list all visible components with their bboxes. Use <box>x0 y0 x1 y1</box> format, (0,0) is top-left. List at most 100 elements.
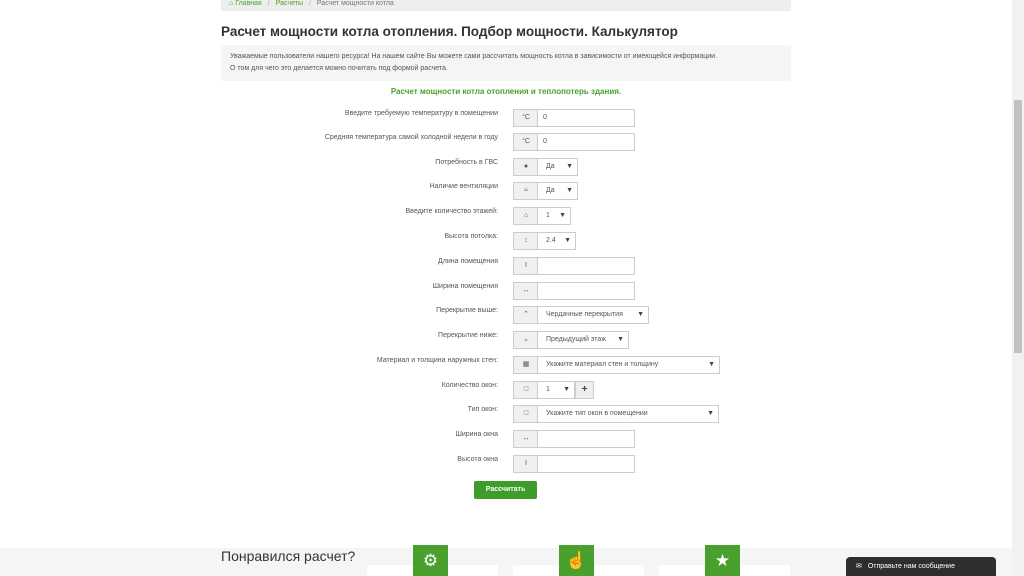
breadcrumb-section-link[interactable]: Расчеты <box>276 0 303 7</box>
floor-below-select[interactable]: Предыдущий этаж ▼ <box>537 331 629 349</box>
room-width-input[interactable] <box>537 282 635 300</box>
selected-value: Укажите тип окон в помещении <box>546 410 648 417</box>
field-row-wall-material: Материал и толщина наружных стен: ▦ Укаж… <box>0 356 1012 374</box>
field-label: Ширина помещения <box>432 283 498 290</box>
breadcrumb: ⌂ Главная / Расчеты / Расчет мощности ко… <box>221 0 791 11</box>
room-length-input[interactable] <box>537 257 635 275</box>
field-row-window-height: Высота окна I <box>0 455 1012 473</box>
field-row-window-count: Количество окон: □ 1 ▼ + <box>0 381 1012 399</box>
scrollbar[interactable] <box>1012 0 1024 576</box>
chat-widget[interactable]: ✉ Отправьте нам сообщение <box>846 557 996 576</box>
selected-value: Укажите материал стен и толщину <box>546 361 659 368</box>
unit-addon: °C <box>513 133 538 151</box>
info-text-line2: О том для чего это делается можно почита… <box>230 65 448 72</box>
field-label: Высота окна <box>457 456 498 463</box>
ceiling-height-select[interactable]: 2.4 ▼ <box>537 232 576 250</box>
selected-value: Чердачные перекрытия <box>546 311 623 318</box>
field-label: Перекрытие выше: <box>436 307 498 314</box>
selected-value: Да <box>546 187 555 194</box>
window-type-select[interactable]: Укажите тип окон в помещении ▼ <box>537 405 719 423</box>
width-icon: ↔ <box>513 282 538 300</box>
caret-down-icon: ▼ <box>708 361 715 368</box>
field-row-ventilation: Наличие вентиляции ≈ Да ▼ <box>0 182 1012 200</box>
field-label: Введите требуемую температуру в помещени… <box>344 110 498 117</box>
field-row-room-temp: Введите требуемую температуру в помещени… <box>0 109 1012 127</box>
chat-label: Отправьте нам сообщение <box>867 563 955 570</box>
field-label: Перекрытие ниже: <box>438 332 498 339</box>
field-label: Материал и толщина наружных стен: <box>376 357 498 364</box>
breadcrumb-current: Расчет мощности котла <box>316 0 394 7</box>
field-row-coldest-temp: Средняя температура самой холодной недел… <box>0 133 1012 151</box>
window-width-input[interactable] <box>537 430 635 448</box>
add-window-button[interactable]: + <box>575 381 594 399</box>
window-icon: □ <box>513 381 538 399</box>
room-temp-input[interactable]: 0 <box>537 109 635 127</box>
height-icon: I <box>513 455 538 473</box>
caret-down-icon: ▼ <box>564 237 571 244</box>
gears-icon: ⚙ <box>413 545 448 576</box>
scrollbar-thumb[interactable] <box>1014 100 1022 353</box>
width-icon: ↔ <box>513 430 538 448</box>
unit-addon: °C <box>513 109 538 127</box>
chevron-down-icon: ⌄ <box>513 331 538 349</box>
field-label: Высота потолка: <box>444 233 498 240</box>
caret-down-icon: ▼ <box>566 163 573 170</box>
wall-material-select[interactable]: Укажите материал стен и толщину ▼ <box>537 356 720 374</box>
selected-value: 1 <box>546 212 550 219</box>
field-row-floors: Введите количество этажей: ⌂ 1 ▼ <box>0 207 1012 225</box>
hot-water-select[interactable]: Да ▼ <box>537 158 578 176</box>
field-row-window-width: Ширина окна ↔ <box>0 430 1012 448</box>
field-row-room-width: Ширина помещения ↔ <box>0 282 1012 300</box>
info-text-line1: Уважаемые пользователи нашего ресурса! Н… <box>230 53 717 60</box>
liked-heading: Понравился расчет? <box>221 548 356 564</box>
window-count-select[interactable]: 1 ▼ <box>537 381 575 399</box>
field-row-hot-water: Потребность в ГВС ● Да ▼ <box>0 158 1012 176</box>
page-title: Расчет мощности котла отопления. Подбор … <box>221 24 678 39</box>
caret-down-icon: ▼ <box>617 336 624 343</box>
ventilation-icon: ≈ <box>513 182 538 200</box>
envelope-icon: ✉ <box>856 563 862 570</box>
breadcrumb-home-link[interactable]: Главная <box>235 0 262 7</box>
field-label: Средняя температура самой холодной недел… <box>324 134 498 141</box>
field-row-ceiling-above: Перекрытие выше: ⌃ Чердачные перекрытия … <box>0 306 1012 324</box>
form-heading: Расчет мощности котла отопления и теплоп… <box>390 87 622 96</box>
thumbs-up-icon: ☝ <box>559 545 594 576</box>
field-label: Наличие вентиляции <box>429 183 498 190</box>
field-label: Ширина окна <box>455 431 498 438</box>
home-icon[interactable]: ⌂ <box>229 0 233 7</box>
window-height-input[interactable] <box>537 455 635 473</box>
height-icon: ↕ <box>513 232 538 250</box>
field-label: Тип окон: <box>467 406 498 413</box>
ceiling-above-select[interactable]: Чердачные перекрытия ▼ <box>537 306 649 324</box>
field-label: Потребность в ГВС <box>435 159 498 166</box>
selected-value: Предыдущий этаж <box>546 336 607 343</box>
wall-icon: ▦ <box>513 356 538 374</box>
selected-value: 2.4 <box>546 237 556 244</box>
home-icon: ⌂ <box>513 207 538 225</box>
info-box: Уважаемые пользователи нашего ресурса! Н… <box>221 45 791 81</box>
caret-down-icon: ▼ <box>566 187 573 194</box>
caret-down-icon: ▼ <box>637 311 644 318</box>
field-row-room-length: Длина помещения I <box>0 257 1012 275</box>
length-icon: I <box>513 257 538 275</box>
selected-value: 1 <box>546 386 550 393</box>
field-row-ceiling-height: Высота потолка: ↕ 2.4 ▼ <box>0 232 1012 250</box>
field-row-window-type: Тип окон: □ Укажите тип окон в помещении… <box>0 405 1012 423</box>
floors-select[interactable]: 1 ▼ <box>537 207 571 225</box>
field-row-floor-below: Перекрытие ниже: ⌄ Предыдущий этаж ▼ <box>0 331 1012 349</box>
field-label: Количество окон: <box>441 382 498 389</box>
ventilation-select[interactable]: Да ▼ <box>537 182 578 200</box>
coldest-temp-input[interactable]: 0 <box>537 133 635 151</box>
selected-value: Да <box>546 163 555 170</box>
caret-down-icon: ▼ <box>559 212 566 219</box>
calculate-button[interactable]: Рассчитать <box>474 481 537 499</box>
breadcrumb-separator: / <box>267 0 270 7</box>
field-label: Введите количество этажей: <box>405 208 498 215</box>
window-icon: □ <box>513 405 538 423</box>
field-label: Длина помещения <box>438 258 498 265</box>
water-drop-icon: ● <box>513 158 538 176</box>
caret-down-icon: ▼ <box>707 410 714 417</box>
chevron-up-icon: ⌃ <box>513 306 538 324</box>
breadcrumb-separator: / <box>308 0 311 7</box>
star-icon: ★ <box>705 545 740 576</box>
